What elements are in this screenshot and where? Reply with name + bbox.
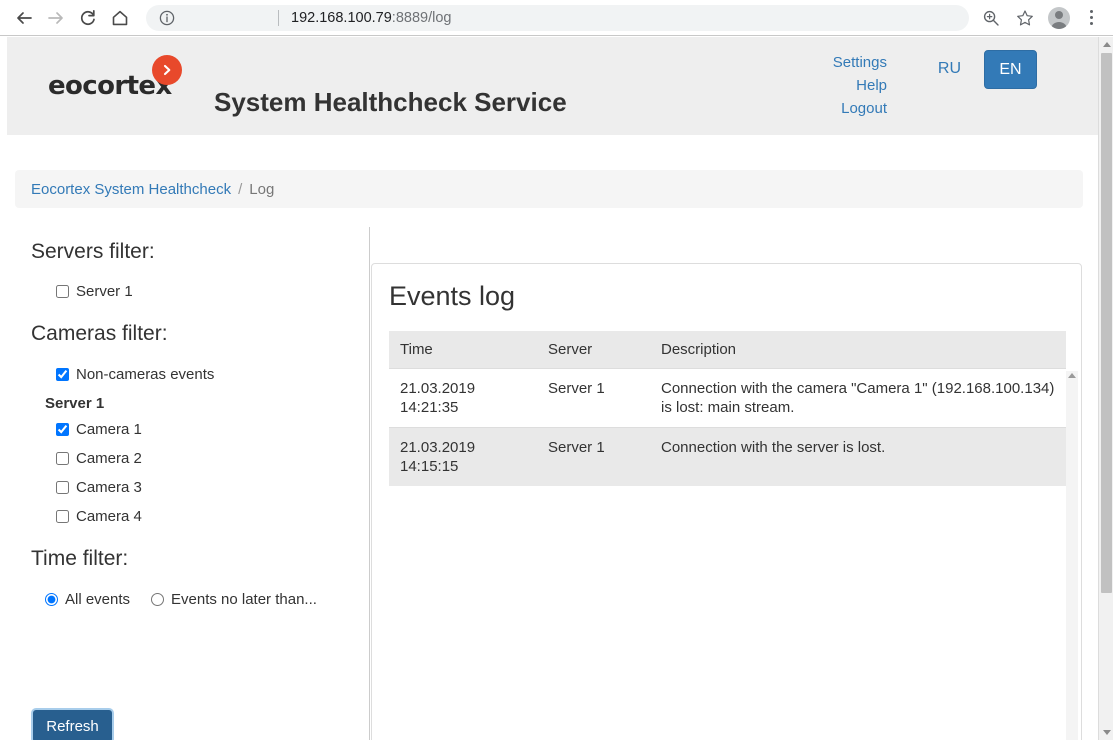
camera-2-checkbox[interactable] <box>56 452 69 465</box>
forward-button[interactable] <box>40 2 72 34</box>
page-content: Servers filter: Server 1 Cameras filter:… <box>0 227 1098 740</box>
language-en-button[interactable]: EN <box>984 50 1037 89</box>
back-arrow-icon <box>14 8 34 28</box>
page-viewport: eocortex System Healthcheck Service Sett… <box>0 37 1113 740</box>
three-dot-menu-icon <box>1089 10 1093 13</box>
app-header: eocortex System Healthcheck Service Sett… <box>7 37 1098 135</box>
row-time: 21.03.2019 14:15:15 <box>389 427 537 486</box>
cameras-filter-item-camera-3[interactable]: Camera 3 <box>56 479 142 496</box>
cameras-filter-item-camera-4[interactable]: Camera 4 <box>56 508 142 525</box>
cameras-filter-item-camera-2[interactable]: Camera 2 <box>56 450 142 467</box>
filters-sidebar: Servers filter: Server 1 Cameras filter:… <box>0 227 370 740</box>
camera-3-checkbox[interactable] <box>56 481 69 494</box>
events-no-later-than-label: Events no later than... <box>171 591 317 608</box>
reload-button[interactable] <box>72 2 104 34</box>
table-header-row: Time Server Description <box>389 331 1066 369</box>
breadcrumb: Eocortex System Healthcheck / Log <box>15 170 1083 208</box>
events-log-table-head: Time Server Description <box>389 331 1066 369</box>
column-header-time[interactable]: Time <box>389 331 537 369</box>
back-button[interactable] <box>8 2 40 34</box>
events-log-table-body: 21.03.2019 14:21:35 Server 1 Connection … <box>389 368 1066 486</box>
table-row[interactable]: 21.03.2019 14:21:35 Server 1 Connection … <box>389 368 1066 428</box>
cameras-filter-title: Cameras filter: <box>31 322 168 345</box>
row-server: Server 1 <box>537 427 650 486</box>
breadcrumb-current: Log <box>249 180 275 198</box>
refresh-button[interactable]: Refresh <box>31 708 114 740</box>
events-log-title: Events log <box>389 281 516 311</box>
server-1-checkbox[interactable] <box>56 285 69 298</box>
events-log-table: Time Server Description 21.03.2019 14:21… <box>389 331 1066 486</box>
table-row[interactable]: 21.03.2019 14:15:15 Server 1 Connection … <box>389 427 1066 486</box>
server-1-label: Server 1 <box>76 283 133 300</box>
address-bar-url: 192.168.100.79:8889/log <box>291 10 451 26</box>
bookmark-button[interactable] <box>1009 2 1041 34</box>
header-nav-links: Settings Help Logout <box>833 51 887 120</box>
column-header-description[interactable]: Description <box>650 331 1066 369</box>
time-filter-option-events-no-later-than[interactable]: Events no later than... <box>151 591 317 608</box>
camera-3-label: Camera 3 <box>76 479 142 496</box>
row-description: Connection with the camera "Camera 1" (1… <box>650 368 1066 428</box>
browser-menu-button[interactable] <box>1077 4 1105 32</box>
non-cameras-events-label: Non-cameras events <box>76 366 215 383</box>
servers-filter-title: Servers filter: <box>31 240 155 263</box>
servers-filter-item-server-1[interactable]: Server 1 <box>56 283 133 300</box>
time-filter-option-all-events[interactable]: All events <box>45 591 130 608</box>
three-dot-menu-icon-dot2 <box>1089 16 1093 19</box>
events-no-later-than-radio[interactable] <box>151 593 164 606</box>
non-cameras-events-checkbox[interactable] <box>56 368 69 381</box>
cameras-filter-item-camera-1[interactable]: Camera 1 <box>56 421 142 438</box>
camera-4-label: Camera 4 <box>76 508 142 525</box>
row-server: Server 1 <box>537 368 650 428</box>
page-scrollbar[interactable] <box>1098 37 1113 740</box>
home-icon <box>110 8 130 28</box>
page-scroll-up-button[interactable] <box>1099 37 1113 52</box>
browser-window: 192.168.100.79:8889/log eocortex System … <box>0 0 1113 740</box>
all-events-radio[interactable] <box>45 593 58 606</box>
logout-link[interactable]: Logout <box>833 97 887 120</box>
cameras-group-label: Server 1 <box>45 395 105 412</box>
app-logo[interactable]: eocortex <box>48 55 188 103</box>
page-scroll-thumb[interactable] <box>1101 53 1112 593</box>
chevron-up-icon <box>1102 42 1111 47</box>
breadcrumb-separator: / <box>238 180 243 198</box>
time-filter-title: Time filter: <box>31 547 129 570</box>
camera-2-label: Camera 2 <box>76 450 142 467</box>
events-log-scrollbar[interactable] <box>1066 371 1078 740</box>
row-time: 21.03.2019 14:21:35 <box>389 368 537 428</box>
settings-link[interactable]: Settings <box>833 51 887 74</box>
language-ru-link[interactable]: RU <box>938 60 961 78</box>
home-button[interactable] <box>104 2 136 34</box>
star-icon <box>1016 9 1034 27</box>
scroll-up-arrow-icon[interactable] <box>1068 373 1076 378</box>
camera-1-checkbox[interactable] <box>56 423 69 436</box>
page-title: System Healthcheck Service <box>214 87 567 118</box>
address-bar-divider <box>278 9 279 26</box>
page-info-icon[interactable] <box>156 7 178 29</box>
reload-icon <box>78 8 98 28</box>
row-description: Connection with the server is lost. <box>650 427 1066 486</box>
chevron-down-icon <box>1102 730 1111 735</box>
three-dot-menu-icon-dot3 <box>1089 22 1093 25</box>
cameras-filter-item-non-cameras-events[interactable]: Non-cameras events <box>56 366 214 383</box>
chevron-right-icon <box>152 55 182 85</box>
browser-toolbar: 192.168.100.79:8889/log <box>0 0 1113 36</box>
help-link[interactable]: Help <box>833 74 887 97</box>
address-bar[interactable]: 192.168.100.79:8889/log <box>146 4 969 31</box>
profile-avatar-icon <box>1048 6 1070 29</box>
zoom-button[interactable] <box>975 2 1007 34</box>
camera-1-label: Camera 1 <box>76 421 142 438</box>
camera-4-checkbox[interactable] <box>56 510 69 523</box>
breadcrumb-root-link[interactable]: Eocortex System Healthcheck <box>31 181 231 198</box>
zoom-icon <box>982 9 1000 27</box>
url-host: 192.168.100.79 <box>291 9 392 26</box>
forward-arrow-icon <box>46 8 66 28</box>
browser-toolbar-right <box>975 2 1105 34</box>
page-scroll-down-button[interactable] <box>1099 725 1113 740</box>
column-header-server[interactable]: Server <box>537 331 650 369</box>
web-page: eocortex System Healthcheck Service Sett… <box>0 37 1098 740</box>
profile-button[interactable] <box>1043 2 1075 34</box>
events-log-panel: Events log Time Server Description 21.03 <box>371 263 1082 740</box>
url-path: :8889/log <box>391 9 452 26</box>
all-events-label: All events <box>65 591 131 608</box>
